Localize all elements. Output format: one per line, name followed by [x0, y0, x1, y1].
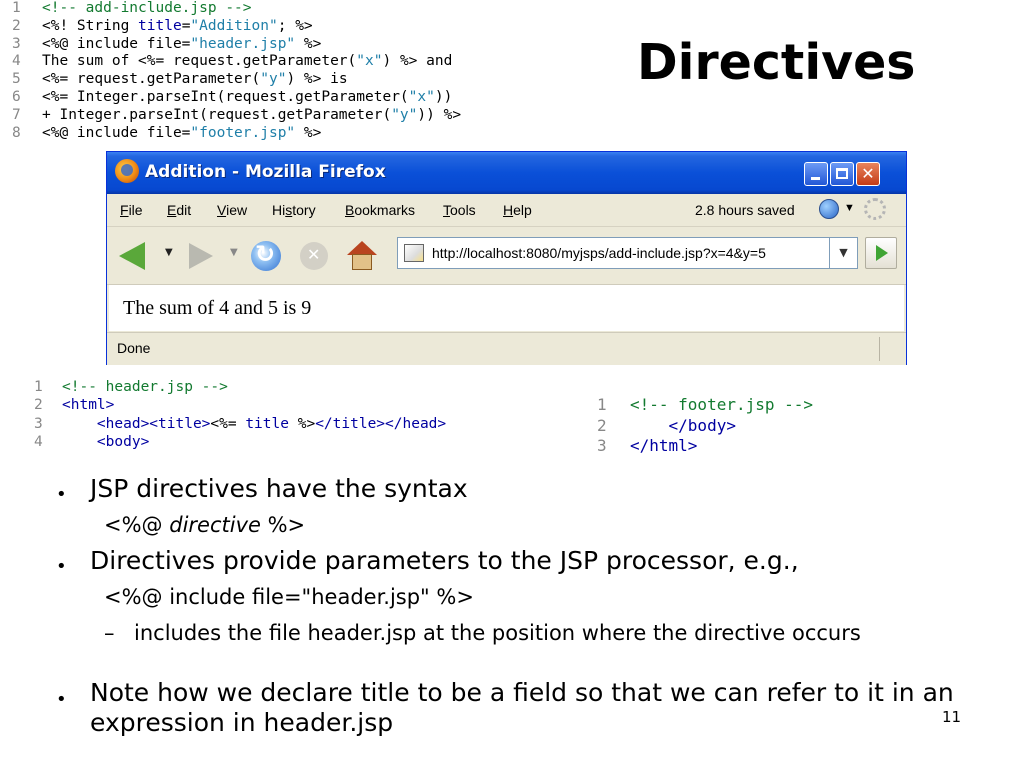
menu-history[interactable]: History — [272, 202, 316, 218]
url-dropdown-button[interactable]: ▼ — [830, 237, 858, 269]
back-dropdown-icon[interactable]: ▼ — [165, 247, 173, 258]
bullet-2: Directives provide parameters to the JSP… — [90, 546, 799, 575]
window-title: Addition - Mozilla Firefox — [145, 162, 386, 182]
bullet-1: JSP directives have the syntax — [90, 474, 468, 503]
page-icon — [404, 244, 424, 262]
url-text: http://localhost:8080/myjsps/add-include… — [432, 245, 766, 261]
line-number: 5 — [12, 71, 21, 88]
navigation-toolbar: ▼ ▼ http://localhost:8080/myjsps/add-inc… — [107, 227, 906, 285]
history-icon[interactable] — [819, 199, 839, 219]
line-number: 1 — [597, 395, 607, 414]
line-number: 3 — [34, 415, 43, 432]
code-line: 3 <%@ include file="header.jsp" %> — [12, 35, 322, 52]
line-number: 3 — [12, 35, 21, 52]
bullet-marker: • — [56, 484, 67, 505]
line-number: 6 — [12, 89, 21, 105]
menu-edit[interactable]: Edit — [167, 202, 191, 218]
code-line: 2 </body> — [597, 415, 736, 435]
page-content: The sum of 4 and 5 is 9 — [109, 285, 904, 331]
line-number: 3 — [597, 436, 607, 455]
status-bar: Done — [107, 332, 906, 365]
line-number: 2 — [12, 17, 21, 34]
chevron-down-icon[interactable]: ▼ — [844, 202, 855, 214]
code-line: 7 + Integer.parseInt(request.getParameter… — [12, 106, 462, 123]
firefox-logo-icon — [115, 159, 139, 183]
line-number: 7 — [12, 106, 21, 123]
line-number: 1 — [34, 379, 43, 395]
line-number: 8 — [12, 124, 21, 141]
firefox-window: Addition - Mozilla Firefox ✕ File Edit V… — [106, 151, 907, 365]
close-icon: ✕ — [861, 164, 875, 183]
status-text: Done — [117, 340, 151, 356]
minimize-button[interactable] — [804, 162, 828, 186]
line-number: 2 — [597, 415, 607, 435]
close-button[interactable]: ✕ — [856, 162, 880, 186]
code-line: 5 <%= request.getParameter("y") %> is — [12, 71, 348, 88]
code-line: 3 <head><title><%= title %></title></hea… — [34, 415, 447, 432]
forward-icon[interactable] — [189, 243, 213, 269]
code-line: 4 The sum of <%= request.getParameter("x"… — [12, 53, 453, 70]
status-divider — [879, 337, 880, 361]
forward-dropdown-icon[interactable]: ▼ — [230, 247, 238, 258]
bullet-1-syntax: <%@ directive %> — [104, 513, 306, 537]
line-number: 4 — [34, 433, 43, 450]
bullet-3: Note how we declare title to be a field … — [90, 678, 954, 737]
throbber-icon — [864, 198, 886, 220]
menu-view[interactable]: View — [217, 202, 247, 218]
code-line: 1 <!-- footer.jsp --> — [597, 395, 814, 414]
line-number: 2 — [34, 397, 43, 414]
menu-bar: File Edit View History Bookmarks Tools H… — [107, 194, 906, 227]
code-line: 8 <%@ include file="footer.jsp" %> — [12, 124, 322, 141]
bullet-2-example: <%@ include file="header.jsp" %> — [104, 585, 474, 609]
reload-icon[interactable] — [251, 240, 281, 271]
line-number: 4 — [12, 53, 21, 70]
code-line: 2 <%! String title="Addition"; %> — [12, 17, 313, 34]
save-status-text: 2.8 hours saved — [695, 202, 795, 218]
go-icon[interactable] — [865, 237, 897, 269]
bullet-2-dash: includes the file header.jsp at the posi… — [134, 621, 861, 645]
code-line: 1 <!-- add-include.jsp --> — [12, 0, 252, 16]
back-icon[interactable] — [119, 242, 145, 270]
code-line: 1 <!-- header.jsp --> — [34, 379, 228, 395]
slide-title: Directives — [637, 34, 916, 91]
page-content-text: The sum of 4 and 5 is 9 — [123, 297, 312, 319]
code-line: 2 <html> — [34, 397, 115, 414]
maximize-button[interactable] — [830, 162, 854, 186]
code-line: 6 <%= Integer.parseInt(request.getParamet… — [12, 89, 453, 105]
stop-icon[interactable] — [300, 242, 328, 270]
window-titlebar[interactable]: Addition - Mozilla Firefox ✕ — [107, 152, 906, 194]
page-number: 11 — [942, 708, 962, 726]
bullet-marker: • — [56, 689, 67, 710]
menu-file[interactable]: File — [120, 202, 143, 218]
dash-marker: – — [104, 621, 115, 645]
menu-bookmarks[interactable]: Bookmarks — [345, 202, 415, 218]
line-number: 1 — [12, 0, 21, 16]
menu-tools[interactable]: Tools — [443, 202, 476, 218]
code-line: 4 <body> — [34, 433, 150, 450]
home-icon[interactable] — [347, 241, 377, 271]
bullet-marker: • — [56, 556, 67, 577]
menu-help[interactable]: Help — [503, 202, 532, 218]
code-line: 3 </html> — [597, 436, 698, 455]
url-input[interactable]: http://localhost:8080/myjsps/add-include… — [397, 237, 830, 269]
